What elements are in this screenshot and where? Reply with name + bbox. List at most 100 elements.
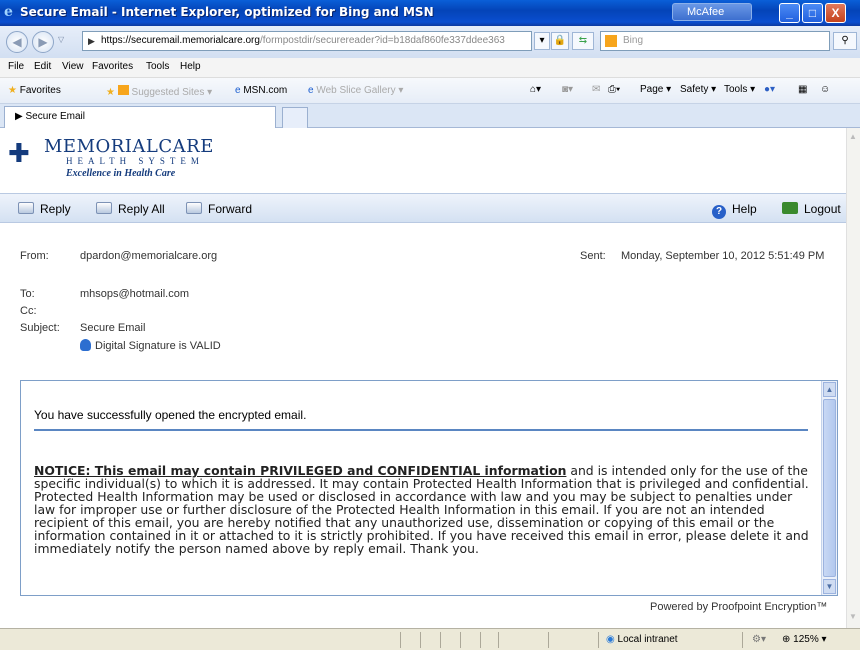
menu-file[interactable]: File [8,61,24,72]
reply-button[interactable]: Reply [18,202,71,216]
window-title: Secure Email - Internet Explorer, optimi… [20,5,434,19]
logout-button[interactable]: Logout [782,202,841,216]
tab-strip: ▶ Secure Email [0,104,860,128]
title-bar[interactable]: e Secure Email - Internet Explorer, opti… [0,0,860,26]
ie-page-icon: e [308,85,314,96]
minimize-button[interactable]: _ [779,3,800,23]
forward-icon [186,202,202,214]
signature-label: Digital Signature is VALID [95,340,221,352]
search-magnifier-icon[interactable]: ⚲ [833,32,857,50]
page-scroll-down-icon[interactable]: ▼ [849,612,857,621]
research-icon[interactable]: ▦ [798,84,807,95]
reply-all-button[interactable]: Reply All [96,202,165,216]
menu-edit[interactable]: Edit [34,61,51,72]
url-input[interactable]: ▶ https://securemail.memorialcare.org/fo… [82,31,532,51]
scroll-up-icon[interactable]: ▲ [823,382,836,397]
page-scroll-up-icon[interactable]: ▲ [849,132,857,141]
logout-label: Logout [804,202,841,216]
new-tab-button[interactable] [282,107,308,128]
protected-mode-icon[interactable]: ⚙▾ [752,634,766,645]
powered-by: Powered by Proofpoint Encryption™ [650,601,828,613]
logout-icon [782,202,798,214]
go-arrow-icon: ▶ [88,36,95,46]
subject-value: Secure Email [80,322,146,334]
reply-icon [18,202,34,214]
message-scrollbar[interactable]: ▲ ▼ [821,381,837,595]
message-body[interactable]: You have successfully opened the encrypt… [20,380,838,596]
reply-all-label: Reply All [118,202,165,216]
internet-explorer-icon: e [4,4,13,20]
notice-body: and is intended only for the use of the … [34,463,809,556]
url-rest: /formpostdir/securereader?id=b18daf860fe… [259,35,505,46]
forward-label: Forward [208,202,253,216]
close-button[interactable]: X [825,3,846,23]
zoom-icon: ⊕ [782,634,791,645]
bing-icon [605,35,617,47]
recent-pages-chevron-icon[interactable]: ▽ [58,35,64,44]
msn-link[interactable]: e MSN.com [235,85,287,96]
star-icon: ★ [8,85,17,96]
favorites-button[interactable]: ★ Favorites [8,85,61,96]
menu-help[interactable]: Help [180,61,201,72]
help-button[interactable]: ? Help [712,202,757,219]
favorites-bar: ★ Favorites ★ Suggested Sites ▾ e MSN.co… [0,78,860,104]
menu-favorites[interactable]: Favorites [92,61,133,72]
forward-button[interactable]: Forward [186,202,252,216]
zoom-label: 125% [793,634,819,645]
status-bar: ◉ Local intranet ⚙▾ ⊕ 125% ▾ [0,628,860,650]
suggested-sites-icon [117,85,129,95]
reply-all-icon [96,202,112,214]
page-menu[interactable]: Page ▾ [640,84,671,95]
print-icon[interactable]: ⎙▾ [608,84,620,95]
to-label: To: [20,288,35,300]
to-value: mhsops@hotmail.com [80,288,189,300]
back-button[interactable]: ◀ [6,31,28,53]
digital-signature-status[interactable]: Digital Signature is VALID [80,339,221,352]
messenger-icon[interactable]: ☺ [820,84,830,95]
help-menu-icon[interactable]: ●▾ [764,84,775,95]
tools-menu[interactable]: Tools ▾ [724,84,755,95]
feeds-icon[interactable]: ◙▾ [562,84,573,95]
web-slice-gallery-link[interactable]: e Web Slice Gallery ▾ [308,85,403,96]
logo-subtitle: HEALTH SYSTEM [66,156,204,166]
maximize-button[interactable]: □ [802,3,823,23]
logo-name: MEMORIALCARE [44,136,214,157]
forward-nav-button[interactable]: ▶ [32,31,54,53]
menu-view[interactable]: View [62,61,84,72]
confidentiality-notice: NOTICE: This email may contain PRIVILEGE… [34,464,814,555]
search-input[interactable]: Bing [600,31,830,51]
subject-label: Subject: [20,322,60,334]
security-zone[interactable]: ◉ Local intranet [606,634,678,645]
url-main: https://securemail.memorialcare.org [101,35,260,46]
from-value: dpardon@memorialcare.org [80,250,218,262]
help-label: Help [732,202,757,216]
globe-icon: ◉ [606,634,615,645]
lock-icon[interactable]: 🔒 [551,32,569,50]
address-bar: ◀ ▶ ▽ ▶ https://securemail.memorialcare.… [0,26,860,58]
tab-label: Secure Email [25,111,85,122]
page-scrollbar[interactable]: ▲ ▼ [846,128,860,628]
sent-value: Monday, September 10, 2012 5:51:49 PM [621,250,825,262]
menu-bar: File Edit View Favorites Tools Help [0,58,860,78]
msn-label: MSN.com [243,85,288,96]
add-favorite-icon: ★ [106,87,115,98]
mail-icon[interactable]: ✉ [592,84,600,95]
suggested-sites-link[interactable]: ★ Suggested Sites ▾ [106,85,212,98]
safety-menu[interactable]: Safety ▾ [680,84,716,95]
cc-label: Cc: [20,305,37,317]
sent-label: Sent: [580,250,606,262]
refresh-icon[interactable]: ⇆ [572,32,594,50]
mcafee-button[interactable]: McAfee [672,3,752,21]
home-icon[interactable]: ⌂▾ [530,84,541,95]
suggested-sites-label: Suggested Sites ▾ [131,87,213,98]
menu-tools[interactable]: Tools [146,61,169,72]
memorialcare-logo: ✚ MEMORIALCARE HEALTH SYSTEM Excellence … [8,134,328,184]
scroll-thumb[interactable] [823,399,836,577]
zoom-level[interactable]: ⊕ 125% ▾ [782,634,827,645]
tab-arrow-icon: ▶ [15,111,23,122]
from-label: From: [20,250,49,262]
url-dropdown-button[interactable]: ▾ [534,32,550,50]
tab-secure-email[interactable]: ▶ Secure Email [4,106,276,128]
scroll-down-icon[interactable]: ▼ [823,579,836,594]
favorites-label: Favorites [19,85,61,96]
